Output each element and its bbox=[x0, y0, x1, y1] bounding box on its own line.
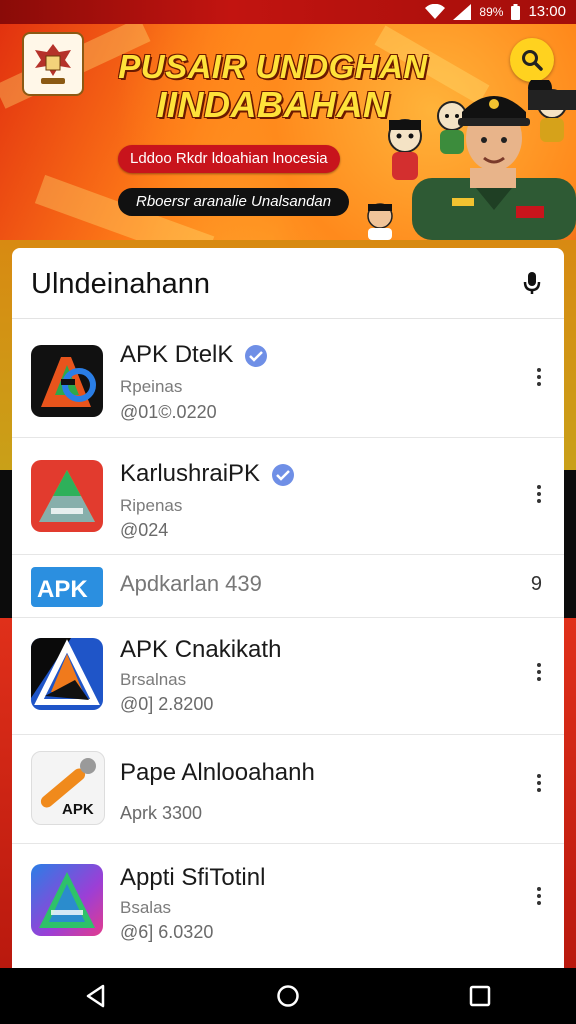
more-options-icon[interactable] bbox=[536, 365, 542, 389]
svg-text:APK: APK bbox=[37, 576, 88, 603]
recents-button[interactable] bbox=[450, 976, 510, 1016]
app-name: APK DtelK bbox=[120, 341, 268, 369]
app-category: Bsalas bbox=[120, 898, 172, 917]
banner-title: PUSAIR UNDGHAN IINDABAHAN bbox=[108, 48, 438, 124]
home-button[interactable] bbox=[258, 976, 318, 1016]
more-options-icon[interactable] bbox=[536, 771, 542, 795]
more-options-icon[interactable]: 9 bbox=[531, 573, 542, 596]
signal-icon bbox=[453, 3, 472, 20]
apk-logo-icon bbox=[31, 345, 103, 417]
banner-title-line1: PUSAIR UNDGHAN bbox=[118, 48, 428, 85]
status-bar: 89% 13:00 bbox=[0, 0, 576, 24]
list-item[interactable]: APK DtelK Rpeinas @01©.0220 bbox=[12, 319, 564, 438]
app-name: Apdkarlan 439 bbox=[120, 571, 262, 596]
app-name: KarlushraiPK bbox=[120, 460, 295, 488]
back-icon bbox=[86, 984, 105, 1008]
app-name-text: APK DtelK bbox=[120, 341, 234, 368]
list-item[interactable]: Appti SfiTotinl Bsalas @6] 6.0320 bbox=[12, 844, 564, 966]
more-options-icon[interactable] bbox=[536, 660, 542, 684]
triangle-logo-icon bbox=[31, 460, 103, 532]
promo-banner[interactable]: PUSAIR UNDGHAN IINDABAHAN Lddoo Rkdr ldo… bbox=[0, 24, 576, 240]
search-results-panel: Ulndeinahann APK DtelK Rpeinas @01©.0220… bbox=[12, 248, 564, 978]
list-item[interactable]: KarlushraiPK Ripenas @024 bbox=[12, 438, 564, 555]
apk-blue-icon: APK bbox=[31, 567, 103, 607]
wifi-icon bbox=[425, 3, 446, 19]
more-options-icon[interactable] bbox=[536, 884, 542, 908]
panel-header: Ulndeinahann bbox=[12, 248, 564, 319]
officer-illustration bbox=[412, 80, 576, 240]
apk-dark-icon bbox=[31, 638, 103, 710]
back-button[interactable] bbox=[66, 976, 126, 1016]
gradient-a-icon bbox=[31, 864, 103, 936]
app-meta: @01©.0220 bbox=[120, 402, 217, 422]
cartoon-mascot-icon bbox=[367, 203, 393, 240]
mic-icon bbox=[523, 272, 541, 294]
list-item[interactable]: APK Apdkarlan 439 9 bbox=[12, 555, 564, 618]
app-meta: Aprk 3300 bbox=[120, 803, 203, 823]
battery-percent: 89% bbox=[479, 4, 504, 19]
verified-badge-icon bbox=[271, 463, 294, 486]
verified-badge-icon bbox=[245, 344, 268, 367]
panel-title: Ulndeinahann bbox=[31, 268, 210, 300]
app-category: Brsalnas bbox=[120, 670, 187, 689]
more-options-icon[interactable] bbox=[536, 482, 542, 506]
svg-text:APK: APK bbox=[62, 801, 94, 818]
list-item[interactable]: APK Pape Alnlooahanh Aprk 3300 bbox=[12, 735, 564, 844]
search-icon bbox=[522, 50, 543, 71]
battery-icon bbox=[511, 3, 521, 20]
app-category: Rpeinas bbox=[120, 377, 183, 396]
wrench-apk-icon: APK bbox=[31, 751, 105, 825]
banner-tagline: Rboersr aranalie Unalsandan bbox=[118, 188, 350, 216]
clock: 13:00 bbox=[528, 3, 566, 20]
app-meta: @024 bbox=[120, 520, 169, 540]
app-name: APK Cnakikath bbox=[120, 636, 282, 663]
search-button[interactable] bbox=[510, 38, 554, 82]
garuda-emblem-icon bbox=[22, 32, 84, 96]
banner-subtitle: Lddoo Rkdr ldoahian lnocesia bbox=[118, 145, 340, 173]
app-name: Appti SfiTotinl bbox=[120, 864, 266, 891]
home-icon bbox=[277, 985, 299, 1007]
recents-icon bbox=[469, 985, 491, 1007]
list-item[interactable]: APK Cnakikath Brsalnas @0] 2.8200 bbox=[12, 618, 564, 735]
navigation-bar bbox=[0, 968, 576, 1024]
app-category: Ripenas bbox=[120, 496, 183, 515]
app-name: Pape Alnlooahanh bbox=[120, 759, 315, 786]
app-name-text: KarlushraiPK bbox=[120, 460, 261, 487]
app-meta: @6] 6.0320 bbox=[120, 922, 214, 942]
app-meta: @0] 2.8200 bbox=[120, 694, 214, 714]
voice-search-button[interactable] bbox=[522, 270, 542, 301]
